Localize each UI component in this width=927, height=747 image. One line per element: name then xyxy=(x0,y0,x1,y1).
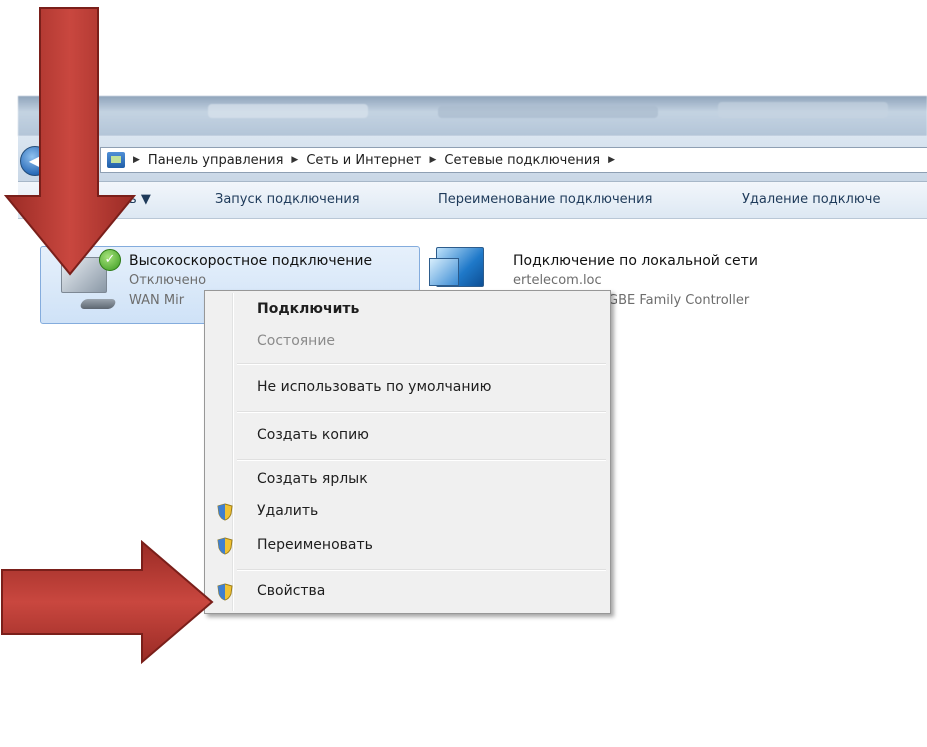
menu-item-delete[interactable]: Удалить xyxy=(257,503,318,519)
menu-item-rename[interactable]: Переименовать xyxy=(257,537,373,553)
menu-item-connect[interactable]: Подключить xyxy=(257,301,359,317)
breadcrumb-chevron-icon[interactable]: ▶ xyxy=(291,155,298,165)
breadcrumb-chevron-icon[interactable]: ▶ xyxy=(429,155,436,165)
menu-item-properties[interactable]: Свойства xyxy=(257,583,325,599)
title-bar xyxy=(18,96,927,136)
menu-item-not-default[interactable]: Не использовать по умолчанию xyxy=(257,379,491,395)
breadcrumb-network-connections[interactable]: Сетевые подключения xyxy=(444,153,600,168)
rename-connection-button[interactable]: Переименование подключения xyxy=(438,192,652,207)
delete-connection-button[interactable]: Удаление подключе xyxy=(742,192,881,207)
uac-shield-icon xyxy=(217,503,233,521)
address-bar[interactable]: ▶ Панель управления ▶ Сеть и Интернет ▶ … xyxy=(100,147,927,173)
menu-item-shortcut[interactable]: Создать ярлык xyxy=(257,471,368,487)
breadcrumb-control-panel[interactable]: Панель управления xyxy=(148,153,284,168)
uac-shield-icon xyxy=(217,537,233,555)
menu-item-status: Состояние xyxy=(257,333,336,349)
breadcrumb-network-internet[interactable]: Сеть и Интернет xyxy=(306,153,421,168)
menu-separator xyxy=(237,459,606,461)
navigation-row: ◀ ▶ ▼ ▶ Панель управления ▶ Сеть и Интер… xyxy=(18,136,927,182)
menu-separator xyxy=(237,363,606,365)
menu-separator xyxy=(237,569,606,571)
connection-device: GBE Family Controller xyxy=(608,293,750,308)
modem-icon xyxy=(79,299,117,309)
lan-icon[interactable] xyxy=(429,247,484,287)
command-bar: ить ▼ Запуск подключения Переименование … xyxy=(18,182,927,219)
start-connection-button[interactable]: Запуск подключения xyxy=(215,192,360,207)
connection-domain: ertelecom.loc xyxy=(513,273,602,288)
connection-title[interactable]: Подключение по локальной сети xyxy=(513,253,758,269)
down-arrow-annotation-icon xyxy=(3,7,137,276)
connection-title: Высокоскоростное подключение xyxy=(129,253,373,269)
breadcrumb-chevron-icon[interactable]: ▶ xyxy=(608,155,615,165)
right-arrow-annotation-icon xyxy=(1,540,214,665)
connection-status: Отключено xyxy=(129,273,207,288)
menu-separator xyxy=(237,411,606,413)
context-menu: Подключить Состояние Не использовать по … xyxy=(204,290,611,614)
connection-device: WAN Mir xyxy=(129,293,185,308)
menu-item-copy[interactable]: Создать копию xyxy=(257,427,369,443)
uac-shield-icon xyxy=(217,583,233,601)
